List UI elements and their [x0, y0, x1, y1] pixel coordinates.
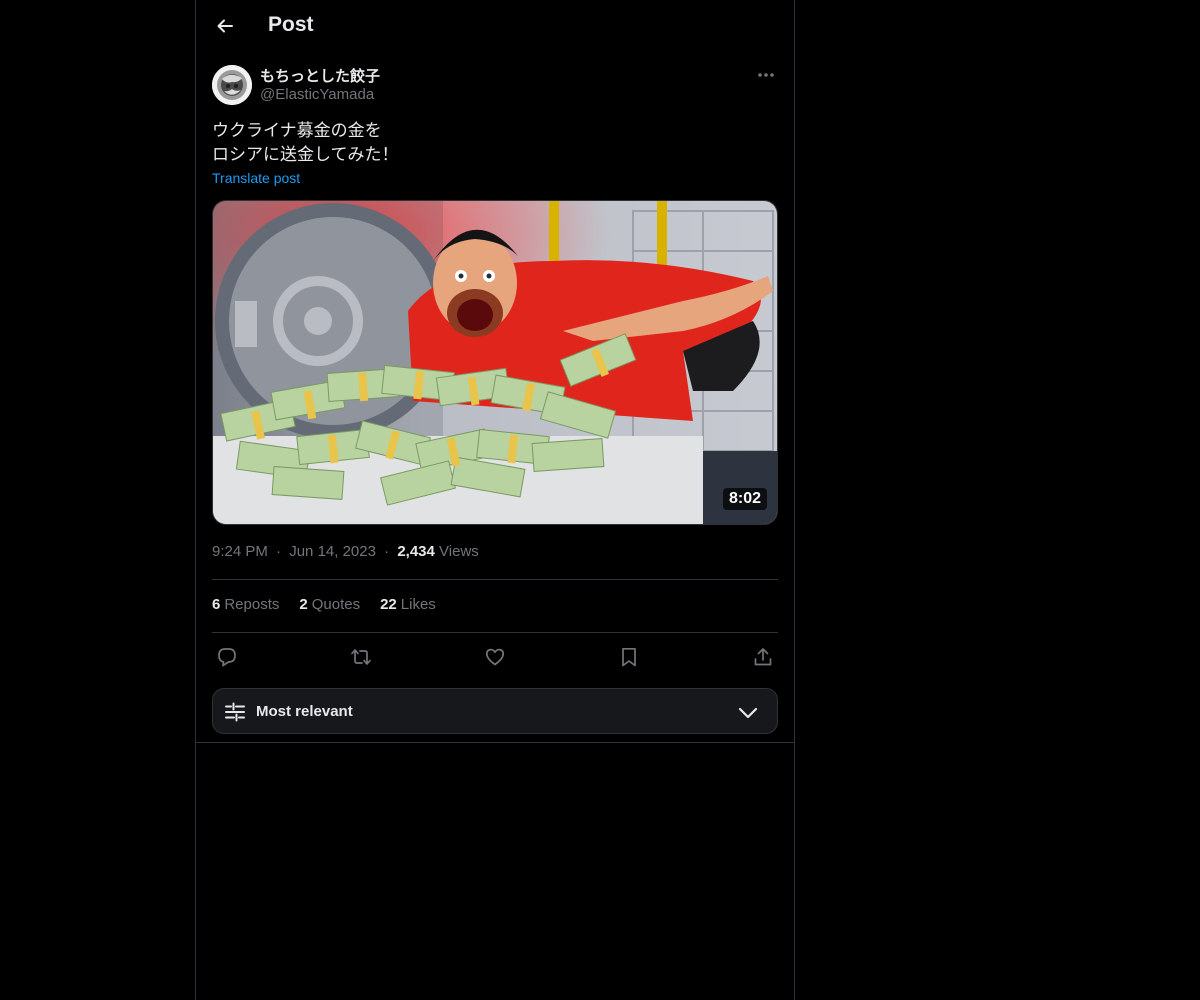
meta-separator: ·	[276, 543, 282, 560]
author-handle[interactable]: @ElasticYamada	[260, 86, 374, 103]
engagement-stats: 6 Reposts 2 Quotes 22 Likes	[212, 596, 436, 613]
more-options-button[interactable]	[754, 64, 778, 86]
likes-stat[interactable]: 22 Likes	[380, 596, 436, 613]
post-header: Post	[196, 0, 794, 53]
sort-label: Most relevant	[256, 703, 353, 720]
views-count: 2,434	[397, 543, 435, 560]
post-author: もちっとした餃子 @ElasticYamada	[212, 64, 778, 108]
more-horizontal-icon	[758, 73, 774, 77]
arrow-left-icon	[217, 19, 233, 33]
quotes-stat[interactable]: 2 Quotes	[299, 596, 360, 613]
repost-button[interactable]	[347, 643, 375, 671]
likes-label: Likes	[400, 596, 436, 613]
reply-sort-dropdown[interactable]: Most relevant	[212, 688, 778, 734]
like-icon	[485, 648, 505, 666]
chevron-down-icon	[738, 707, 758, 719]
reply-icon	[218, 648, 236, 667]
like-button[interactable]	[481, 643, 509, 671]
post-text-line: ウクライナ募金の金を	[212, 121, 382, 140]
divider	[212, 579, 778, 580]
share-button[interactable]	[749, 643, 777, 671]
post-time[interactable]: 9:24 PM	[212, 543, 268, 560]
video-thumbnail[interactable]: 8:02	[212, 200, 778, 525]
author-display-name[interactable]: もちっとした餃子	[260, 65, 380, 86]
divider	[196, 742, 794, 743]
meta-separator: ·	[384, 543, 390, 560]
avatar[interactable]	[212, 65, 252, 105]
post-text-line: ロシアに送金してみた！	[212, 145, 399, 164]
reposts-stat[interactable]: 6 Reposts	[212, 596, 279, 613]
video-image	[213, 201, 777, 524]
filter-sliders-icon	[225, 702, 245, 722]
share-icon	[754, 648, 772, 666]
page-title: Post	[268, 13, 314, 36]
back-button[interactable]	[208, 9, 242, 43]
post-date[interactable]: Jun 14, 2023	[289, 543, 376, 560]
bookmark-button[interactable]	[615, 643, 643, 671]
reply-button[interactable]	[213, 643, 241, 671]
post-meta: 9:24 PM · Jun 14, 2023 · 2,434 Views	[212, 543, 479, 560]
reposts-label: Reposts	[224, 596, 280, 613]
likes-count: 22	[380, 596, 397, 613]
bookmark-icon	[622, 647, 636, 667]
views-label: Views	[439, 543, 479, 560]
quotes-count: 2	[299, 596, 308, 613]
post-column: Post もちっとした餃子 @ElasticYamada ウクライナ募金の金を …	[195, 0, 795, 1000]
video-duration-badge: 8:02	[722, 488, 767, 510]
quotes-label: Quotes	[311, 596, 361, 613]
divider	[212, 632, 778, 633]
translate-post-link[interactable]: Translate post	[212, 170, 300, 186]
reposts-count: 6	[212, 596, 221, 613]
repost-icon	[351, 649, 371, 665]
action-bar	[212, 643, 778, 671]
post-text: ウクライナ募金の金を ロシアに送金してみた！	[212, 119, 778, 167]
